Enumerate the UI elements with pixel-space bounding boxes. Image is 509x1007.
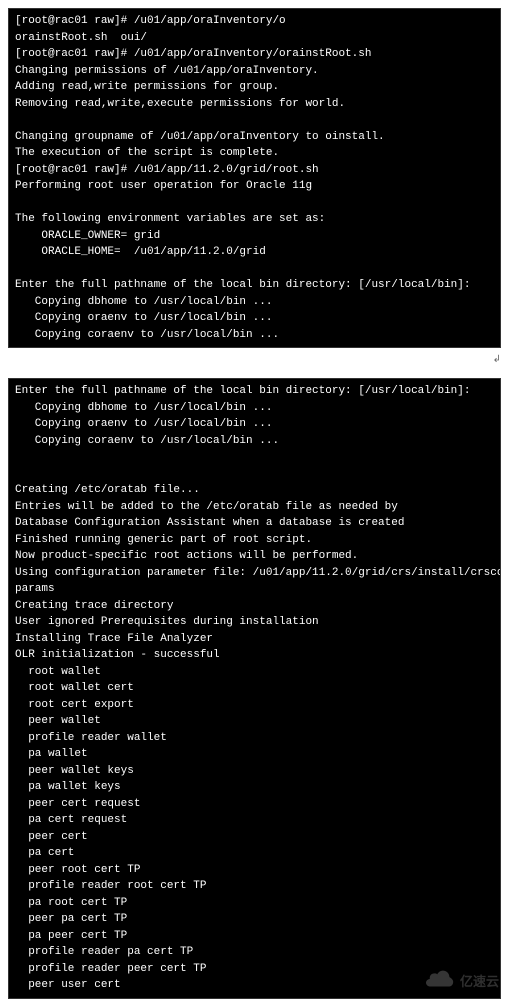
terminal-line: Copying dbhome to /usr/local/bin ...: [15, 294, 494, 311]
terminal-line: Enter the full pathname of the local bin…: [15, 277, 494, 294]
terminal-line: pa root cert TP: [15, 895, 494, 912]
terminal-line: [root@rac01 raw]# /u01/app/oraInventory/…: [15, 46, 494, 63]
terminal-line: Adding read,write permissions for group.: [15, 79, 494, 96]
terminal-line: pa wallet keys: [15, 779, 494, 796]
terminal-line: OLR initialization - successful: [15, 647, 494, 664]
terminal-line: peer user cert: [15, 977, 494, 994]
terminal-line: Installing Trace File Analyzer: [15, 631, 494, 648]
terminal-line: [root@rac01 raw]# /u01/app/11.2.0/grid/r…: [15, 162, 494, 179]
cloud-icon: [426, 969, 456, 993]
terminal-line: peer wallet keys: [15, 763, 494, 780]
terminal-line: peer wallet: [15, 713, 494, 730]
terminal-line: The execution of the script is complete.: [15, 145, 494, 162]
terminal-line: pa peer cert TP: [15, 928, 494, 945]
terminal-line: peer cert request: [15, 796, 494, 813]
terminal-line: [15, 195, 494, 212]
terminal-line: Changing permissions of /u01/app/oraInve…: [15, 63, 494, 80]
terminal-line: Now product-specific root actions will b…: [15, 548, 494, 565]
terminal-line: Finished running generic part of root sc…: [15, 532, 494, 549]
terminal-line: orainstRoot.sh oui/: [15, 30, 494, 47]
terminal-line: params: [15, 581, 494, 598]
terminal-line: peer root cert TP: [15, 862, 494, 879]
terminal-line: [root@rac01 raw]# /u01/app/oraInventory/…: [15, 13, 494, 30]
terminal-line: [15, 112, 494, 129]
terminal-line: pa cert: [15, 845, 494, 862]
terminal-line: User ignored Prerequisites during instal…: [15, 614, 494, 631]
terminal-output-2: Enter the full pathname of the local bin…: [8, 378, 501, 999]
terminal-line: Copying oraenv to /usr/local/bin ...: [15, 416, 494, 433]
terminal-line: peer pa cert TP: [15, 911, 494, 928]
terminal-line: ORACLE_HOME= /u01/app/11.2.0/grid: [15, 244, 494, 261]
terminal-line: ORACLE_OWNER= grid: [15, 228, 494, 245]
terminal-line: Creating /etc/oratab file...: [15, 482, 494, 499]
terminal-line: [15, 261, 494, 278]
terminal-line: Copying coraenv to /usr/local/bin ...: [15, 327, 494, 344]
terminal-line: Creating trace directory: [15, 598, 494, 615]
terminal-line: Copying oraenv to /usr/local/bin ...: [15, 310, 494, 327]
carriage-return-mark: ↲: [493, 354, 501, 366]
terminal-line: [15, 466, 494, 483]
terminal-output-1: [root@rac01 raw]# /u01/app/oraInventory/…: [8, 8, 501, 348]
terminal-line: Entries will be added to the /etc/oratab…: [15, 499, 494, 516]
terminal-line: Database Configuration Assistant when a …: [15, 515, 494, 532]
terminal-line: pa cert request: [15, 812, 494, 829]
terminal-line: profile reader peer cert TP: [15, 961, 494, 978]
terminal-line: Copying dbhome to /usr/local/bin ...: [15, 400, 494, 417]
terminal-line: profile reader root cert TP: [15, 878, 494, 895]
terminal-line: root wallet cert: [15, 680, 494, 697]
terminal-line: Using configuration parameter file: /u01…: [15, 565, 494, 582]
terminal-line: Enter the full pathname of the local bin…: [15, 383, 494, 400]
terminal-line: Changing groupname of /u01/app/oraInvent…: [15, 129, 494, 146]
terminal-line: The following environment variables are …: [15, 211, 494, 228]
terminal-line: Removing read,write,execute permissions …: [15, 96, 494, 113]
terminal-line: pa wallet: [15, 746, 494, 763]
gap-between-terminals: ↲: [0, 356, 509, 370]
terminal-line: root cert export: [15, 697, 494, 714]
terminal-line: [15, 449, 494, 466]
watermark: 亿速云: [426, 969, 499, 993]
terminal-line: Copying coraenv to /usr/local/bin ...: [15, 433, 494, 450]
terminal-line: profile reader pa cert TP: [15, 944, 494, 961]
terminal-line: peer cert: [15, 829, 494, 846]
terminal-line: Performing root user operation for Oracl…: [15, 178, 494, 195]
terminal-line: root wallet: [15, 664, 494, 681]
watermark-text: 亿速云: [460, 971, 499, 990]
